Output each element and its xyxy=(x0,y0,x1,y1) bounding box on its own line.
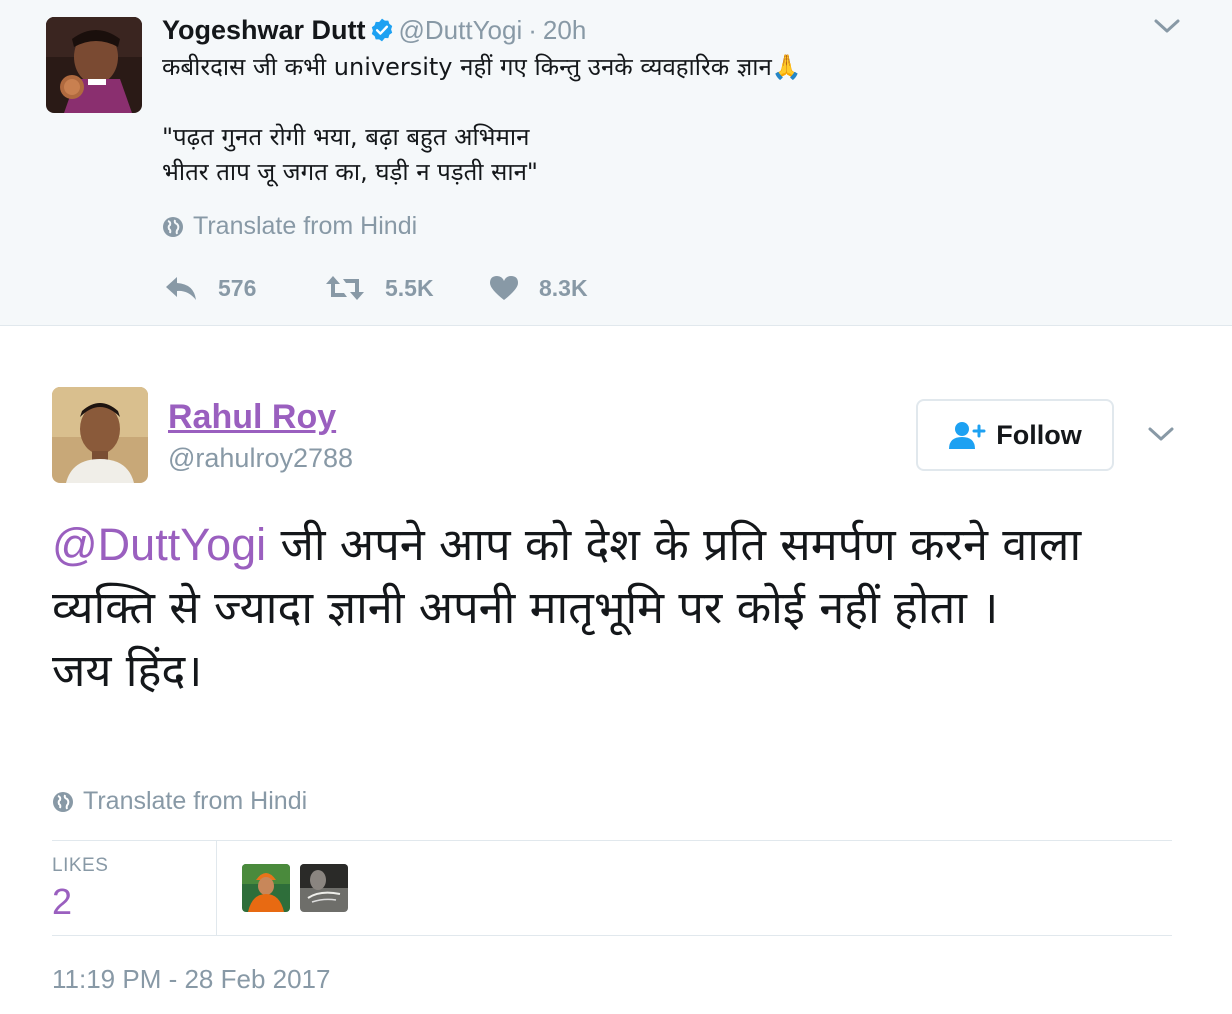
retweet-count: 5.5K xyxy=(385,274,434,301)
parent-author-handle[interactable]: @DuttYogi xyxy=(399,15,523,46)
mention-link[interactable]: @DuttYogi xyxy=(52,519,266,570)
parent-avatar-image xyxy=(46,17,142,113)
main-translate-label: Translate from Hindi xyxy=(83,787,308,815)
parent-tweet-time[interactable]: 20h xyxy=(543,15,586,46)
main-translate-link[interactable]: Translate from Hindi xyxy=(52,787,307,816)
main-avatar[interactable] xyxy=(52,387,148,483)
likes-count: 2 xyxy=(52,881,73,922)
main-author-name[interactable]: Rahul Roy xyxy=(168,398,336,437)
tweet-timestamp[interactable]: 11:19 PM - 28 Feb 2017 xyxy=(52,964,330,995)
main-tweet-text: @DuttYogi जी अपने आप को देश के प्रति समर… xyxy=(52,513,1162,702)
parent-text-line-4: भीतर ताप जू जगत का, घड़ी न पड़ती सान" xyxy=(162,158,538,186)
reply-button[interactable]: 576 xyxy=(164,268,256,308)
parent-tweet-header: Yogeshwar Dutt @DuttYogi · 20h xyxy=(162,12,586,48)
parent-translate-label: Translate from Hindi xyxy=(193,212,418,240)
reply-icon xyxy=(166,277,196,300)
likes-label: LIKES xyxy=(52,855,109,876)
like-button[interactable]: 8.3K xyxy=(489,268,588,308)
parent-text-line-1: कबीरदास जी कभी university नहीं गए किन्तु… xyxy=(162,53,802,81)
parent-tweet[interactable]: Yogeshwar Dutt @DuttYogi · 20h कबीरदास ज… xyxy=(0,0,1232,326)
chevron-down-icon[interactable] xyxy=(1152,16,1182,36)
chevron-down-icon[interactable] xyxy=(1146,424,1176,444)
parent-avatar[interactable] xyxy=(46,17,142,113)
header-separator: · xyxy=(528,14,537,45)
like-count: 8.3K xyxy=(539,274,588,301)
follow-person-plus-icon xyxy=(949,422,986,449)
tweet-stats: LIKES 2 xyxy=(52,840,1172,936)
parent-text-blank-line xyxy=(162,85,1162,120)
verified-badge-icon xyxy=(371,18,392,42)
liker-avatar[interactable] xyxy=(242,864,290,912)
parent-author-name[interactable]: Yogeshwar Dutt xyxy=(162,15,366,46)
globe-icon xyxy=(53,791,73,812)
follow-label: Follow xyxy=(996,419,1082,450)
main-avatar-image xyxy=(52,387,148,483)
heart-icon xyxy=(490,276,518,300)
main-author-handle[interactable]: @rahulroy2788 xyxy=(168,443,353,474)
parent-tweet-text: कबीरदास जी कभी university नहीं गए किन्तु… xyxy=(162,50,1162,190)
likes-stat[interactable]: LIKES 2 xyxy=(52,841,217,935)
liker-avatar-image xyxy=(242,864,290,912)
retweet-button[interactable]: 5.5K xyxy=(325,268,434,308)
liker-avatar-image xyxy=(300,864,348,912)
follow-button[interactable]: Follow xyxy=(916,399,1114,471)
parent-text-line-3: "पढ़त गुनत रोगी भया, बढ़ा बहुत अभिमान xyxy=(162,123,530,151)
liker-avatar[interactable] xyxy=(300,864,348,912)
reply-count: 576 xyxy=(218,274,257,301)
main-text-line-2: जय हिंद। xyxy=(52,644,203,697)
parent-translate-link[interactable]: Translate from Hindi xyxy=(162,212,417,241)
retweet-icon xyxy=(326,276,364,300)
globe-icon xyxy=(163,216,183,237)
